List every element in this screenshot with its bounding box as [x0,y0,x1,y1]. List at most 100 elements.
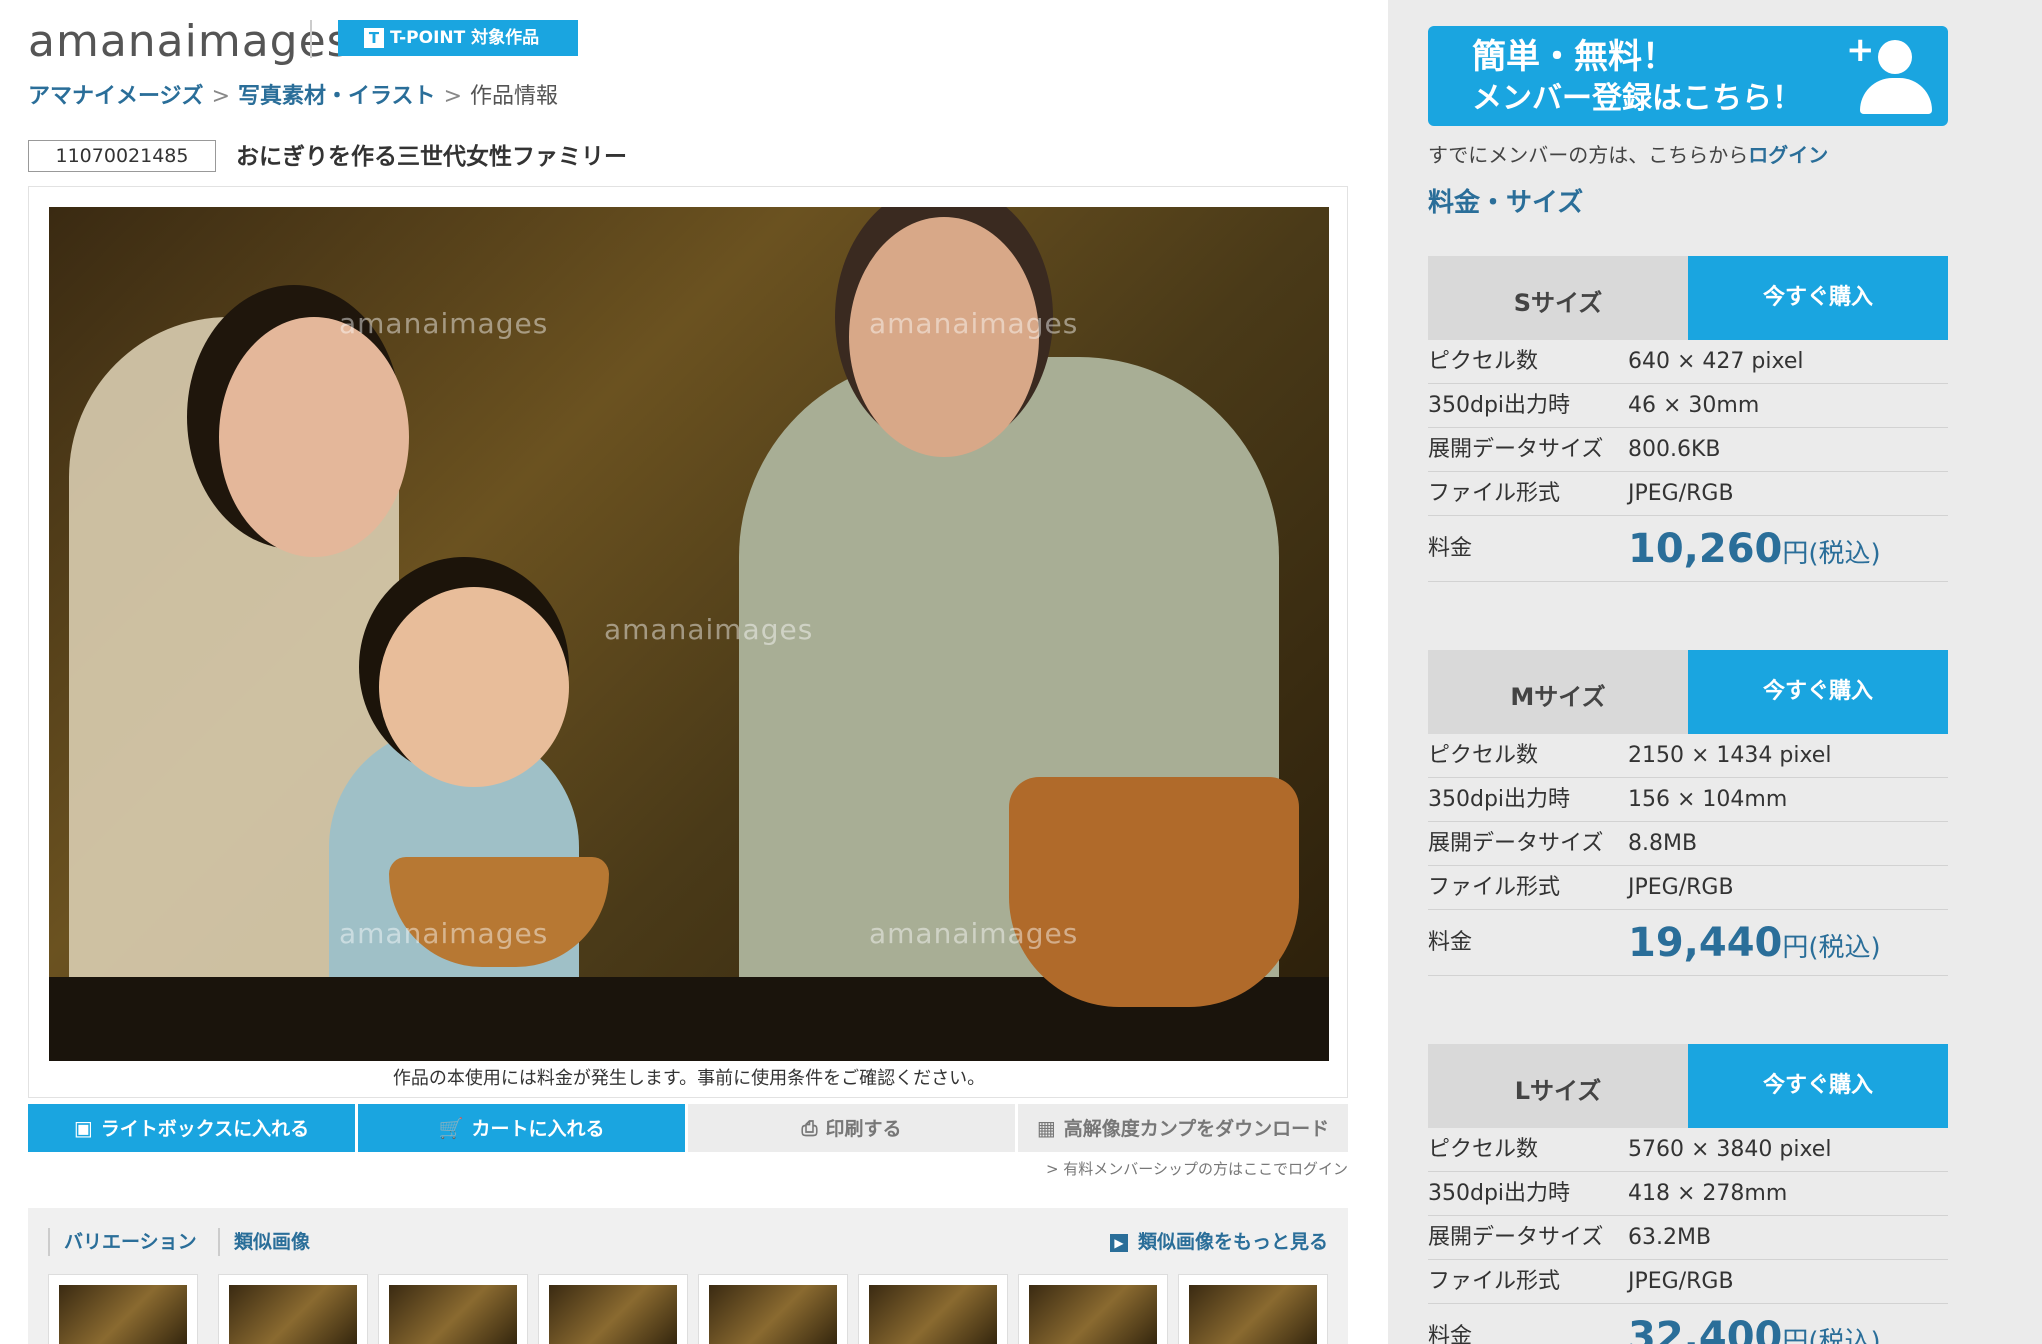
price-suffix: 円(税込) [1782,933,1881,963]
buy-now-button[interactable]: 今すぐ購入 [1688,650,1948,734]
watermark: amanaimages [869,307,1079,340]
spec-row-format: ファイル形式 JPEG/RGB [1428,1260,1948,1304]
main-photo[interactable]: amanaimages amanaimages amanaimages aman… [49,207,1329,1061]
size-block: Mサイズ 今すぐ購入ピクセル数 2150 × 1434 pixel 350dpi出力時… [1428,650,1948,976]
thumbnail[interactable] [218,1274,368,1344]
size-header: Sサイズ 今すぐ購入 [1428,256,1948,340]
photo-frame: amanaimages amanaimages amanaimages aman… [28,186,1348,1098]
thumbnail[interactable] [858,1274,1008,1344]
spec-row-dpi: 350dpi出力時 418 × 278mm [1428,1172,1948,1216]
main-content: amanaimages T T-POINT 対象作品 アマナイメージズ > 写真素材… [0,0,1388,1344]
usage-note: 作品の本使用には料金が発生します。事前に使用条件をご確認ください。 [392,1068,986,1089]
buy-now-button[interactable]: 今すぐ購入 [1688,1044,1948,1128]
photo-pot [1009,777,1299,1007]
spec-value: 800.6KB [1628,437,1721,462]
header-divider [310,20,312,58]
spec-label: ピクセル数 [1428,1137,1539,1162]
spec-row-dpi: 350dpi出力時 46 × 30mm [1428,384,1948,428]
thumbnail[interactable] [538,1274,688,1344]
spec-row-data-size: 展開データサイズ 800.6KB [1428,428,1948,472]
breadcrumb-photos[interactable]: 写真素材・イラスト [238,84,436,109]
price-suffix: 円(税込) [1782,1327,1881,1344]
price-label: 料金 [1428,1324,1473,1344]
price-number: 10,260 [1628,526,1783,572]
price-number: 19,440 [1628,920,1783,966]
tpoint-badge: T T-POINT 対象作品 [338,20,578,56]
spec-label: 展開データサイズ [1428,831,1604,856]
variations-panel: バリエーション 類似画像 ▶ 類似画像をもっと見る [28,1208,1348,1344]
signup-banner[interactable]: 簡単・無料！ メンバー登録はこちら！ + [1428,26,1948,126]
price-value: 19,440円(税込) [1628,910,1881,984]
spec-row-data-size: 展開データサイズ 63.2MB [1428,1216,1948,1260]
more-similar-label: 類似画像をもっと見る [1137,1231,1328,1253]
plus-icon: + [1846,30,1875,70]
login-prefix: すでにメンバーの方は、こちらから [1428,143,1749,167]
print-button[interactable]: ⎙ 印刷する [688,1104,1015,1152]
user-add-icon-body [1860,78,1932,114]
tpoint-label: T-POINT 対象作品 [390,28,540,48]
login-link[interactable]: ログイン [1748,143,1828,167]
spec-value: 418 × 278mm [1628,1181,1788,1206]
spec-value: 2150 × 1434 pixel [1628,743,1832,768]
signup-line2: メンバー登録はこちら！ [1472,81,1802,116]
photo-head-mother [219,317,409,557]
spec-label: 350dpi出力時 [1428,393,1571,418]
login-line: すでにメンバーの方は、こちらからログイン [1428,140,1828,170]
print-icon: ⎙ [801,1116,818,1140]
breadcrumb-current: 作品情報 [470,84,559,109]
download-comp-button[interactable]: ▦ 高解像度カンプをダウンロード [1018,1104,1348,1152]
image-id: 11070021485 [28,140,216,172]
size-block: Lサイズ 今すぐ購入 ピクセル数 5760 × 3840 pixel 350dpi出力時… [1428,1044,1948,1344]
thumbnail[interactable] [378,1274,528,1344]
download-comp-label: 高解像度カンプをダウンロード [1063,1118,1330,1140]
size-header: Mサイズ 今すぐ購入 [1428,650,1948,734]
spec-value: 640 × 427 pixel [1628,349,1804,374]
watermark: amanaimages [869,917,1079,950]
watermark: amanaimages [604,613,814,646]
spec-value: 63.2MB [1628,1225,1712,1250]
member-login-link[interactable]: > 有料メンバーシップの方はここでログイン [1046,1158,1348,1179]
cart-icon: 🛒 [438,1116,464,1140]
cart-button[interactable]: 🛒 カートに入れる [358,1104,685,1152]
spec-label: 350dpi出力時 [1428,787,1571,812]
spec-label: ピクセル数 [1428,743,1539,768]
spec-value: JPEG/RGB [1628,1269,1734,1294]
spec-row-dpi: 350dpi出力時 156 × 104mm [1428,778,1948,822]
thumbnail[interactable] [1178,1274,1328,1344]
breadcrumb-separator: > [211,84,230,109]
size-header: Lサイズ 今すぐ購入 [1428,1044,1948,1128]
spec-label: ピクセル数 [1428,349,1539,374]
thumbnail[interactable] [1018,1274,1168,1344]
photo-head-girl [379,587,569,787]
spec-value: 8.8MB [1628,831,1698,856]
signup-line1: 簡単・無料！ [1472,37,1676,77]
spec-label: ファイル形式 [1428,481,1561,506]
spec-row-pixels: ピクセル数 640 × 427 pixel [1428,340,1948,384]
watermark: amanaimages [339,307,549,340]
buy-now-button[interactable]: 今すぐ購入 [1688,256,1948,340]
page-title: おにぎりを作る三世代女性ファミリー [236,144,627,170]
cart-label: カートに入れる [471,1118,605,1140]
price-label: 料金 [1428,536,1473,561]
thumbnail[interactable] [698,1274,848,1344]
more-similar-link[interactable]: ▶ 類似画像をもっと見る [1109,1228,1328,1256]
action-bar: ▣ ライトボックスに入れる 🛒 カートに入れる ⎙ 印刷する ▦ 高解像度カンプをダウン… [28,1104,1348,1152]
lightbox-label: ライトボックスに入れる [100,1118,310,1140]
spec-value: 156 × 104mm [1628,787,1788,812]
thumbnail[interactable] [48,1274,198,1344]
price-value: 10,260円(税込) [1628,516,1881,590]
breadcrumb-home[interactable]: アマナイメージズ [28,84,204,109]
spec-label: 展開データサイズ [1428,437,1604,462]
download-icon: ▦ [1036,1116,1056,1140]
lightbox-button[interactable]: ▣ ライトボックスに入れる [28,1104,355,1152]
spec-value: JPEG/RGB [1628,875,1734,900]
tab-variation[interactable]: バリエーション [48,1228,197,1256]
price-row: 料金 19,440円(税込) [1428,910,1948,976]
spec-label: ファイル形式 [1428,1269,1561,1294]
price-number: 32,400 [1628,1314,1783,1344]
tab-similar[interactable]: 類似画像 [218,1228,310,1256]
spec-row-pixels: ピクセル数 5760 × 3840 pixel [1428,1128,1948,1172]
spec-row-pixels: ピクセル数 2150 × 1434 pixel [1428,734,1948,778]
size-name: Mサイズ [1428,650,1688,734]
amanaimages-logo[interactable]: amanaimages [28,16,351,68]
